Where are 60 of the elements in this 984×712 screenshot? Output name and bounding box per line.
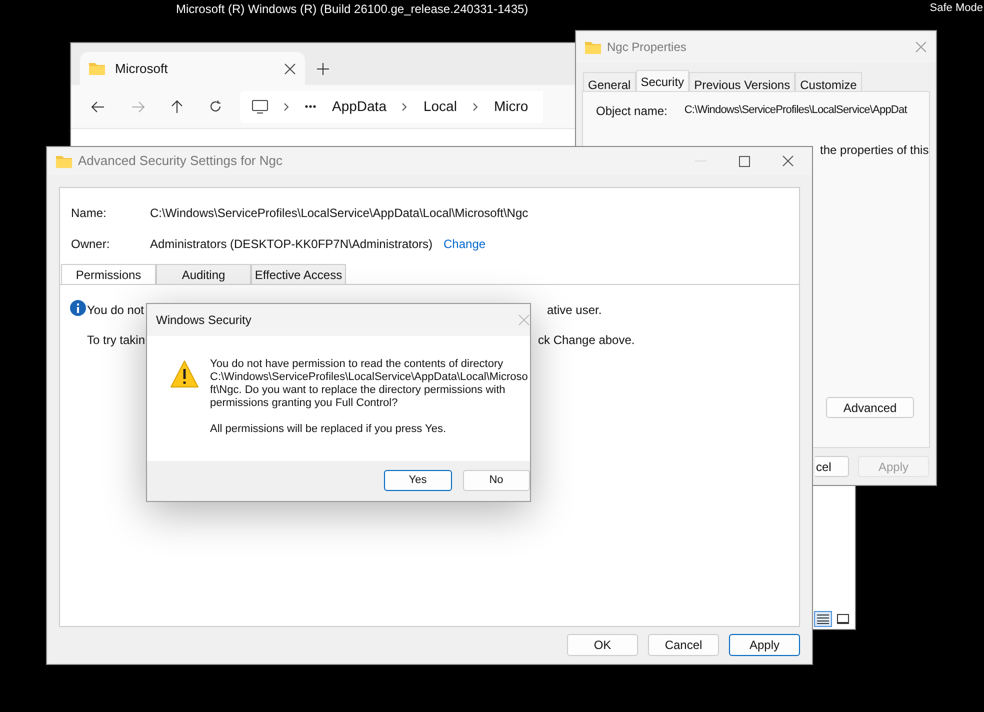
square-icon (837, 614, 849, 624)
owner-value: Administrators (DESKTOP-KK0FP7N\Administrators) (150, 236, 433, 253)
tab-title: Microsoft (115, 60, 169, 78)
breadcrumb-item[interactable]: Micro (494, 96, 528, 117)
dialog-button[interactable]: OK (567, 634, 638, 656)
dialog-message: You do not have permission to read the contents of directory C:\Windows\ServiceProfiles\LocalService\AppData\Local\Microsoft\Ngc. Do you want to replace the directory permissions with permissions granting you Full Control? (210, 358, 529, 410)
explorer-tab[interactable]: Microsoft (80, 52, 305, 85)
tab[interactable]: Permissions (61, 264, 156, 284)
tab[interactable]: Security (636, 70, 690, 91)
monitor-icon (252, 100, 268, 114)
tab[interactable]: Customize (795, 72, 862, 91)
dialog-note: All permissions will be replaced if you press Yes. (210, 423, 448, 436)
instruction-text: ck Change above. (538, 332, 635, 349)
chevron-icon (284, 102, 289, 110)
name-value: C:\Windows\ServiceProfiles\LocalService\AppData\Local\Microsoft\Ngc (150, 205, 530, 222)
folder-icon (56, 154, 72, 168)
window-title: Advanced Security Settings for Ngc (78, 152, 284, 170)
safe-mode-text: Safe Mode (930, 1, 983, 16)
up-arrow-icon[interactable] (171, 100, 183, 114)
dialog-title: Windows Security (156, 312, 252, 329)
dialog-button[interactable]: No (462, 470, 530, 491)
breadcrumb-item[interactable]: AppData (332, 96, 386, 117)
back-arrow-icon[interactable] (91, 100, 105, 112)
folder-icon (585, 40, 601, 54)
close-icon[interactable] (284, 62, 296, 74)
address-bar[interactable]: AppData Local Micro (240, 90, 543, 122)
refresh-icon[interactable] (209, 100, 222, 113)
maximize-icon[interactable] (739, 156, 750, 166)
notice-text: ative user. (547, 302, 602, 319)
change-link[interactable]: Change (444, 235, 486, 253)
object-name-value: C:\Windows\ServiceProfiles\LocalService\AppDat (684, 103, 907, 118)
tab[interactable]: Previous Versions (689, 72, 796, 91)
list-lines-icon (817, 614, 829, 624)
notice-text: You do not (87, 302, 144, 319)
chevron-icon (402, 102, 408, 110)
advanced-button[interactable]: Advanced (826, 397, 914, 418)
ellipsis-icon[interactable] (305, 105, 316, 108)
dialog-button[interactable]: Cancel (648, 634, 719, 656)
info-icon (70, 300, 86, 316)
dialog-button[interactable]: Apply (729, 634, 800, 656)
build-text: Microsoft (R) Windows (R) (Build 26100.ge_release.240331-1435) (176, 1, 528, 18)
close-icon[interactable] (782, 155, 794, 167)
field-label: Owner: (71, 236, 111, 253)
plus-icon[interactable] (317, 63, 329, 75)
window-title: Ngc Properties (607, 39, 688, 56)
tab[interactable]: Auditing (156, 264, 251, 284)
view-toggle[interactable] (834, 611, 852, 627)
chevron-icon (472, 102, 478, 110)
instruction-text: To try takin (87, 332, 146, 349)
field-label: Name: (71, 205, 108, 222)
warning-icon (170, 360, 199, 389)
dialog-button[interactable]: Yes (384, 470, 452, 491)
view-toggle[interactable] (814, 611, 832, 627)
breadcrumb-item[interactable]: Local (423, 96, 457, 117)
folder-icon (89, 62, 105, 75)
tab[interactable]: Effective Access (251, 264, 346, 284)
notice-text: the properties of this (820, 142, 929, 159)
dialog-button[interactable]: cel (815, 456, 849, 477)
field-label: Object name: (596, 103, 668, 120)
tab[interactable]: General (583, 72, 636, 91)
